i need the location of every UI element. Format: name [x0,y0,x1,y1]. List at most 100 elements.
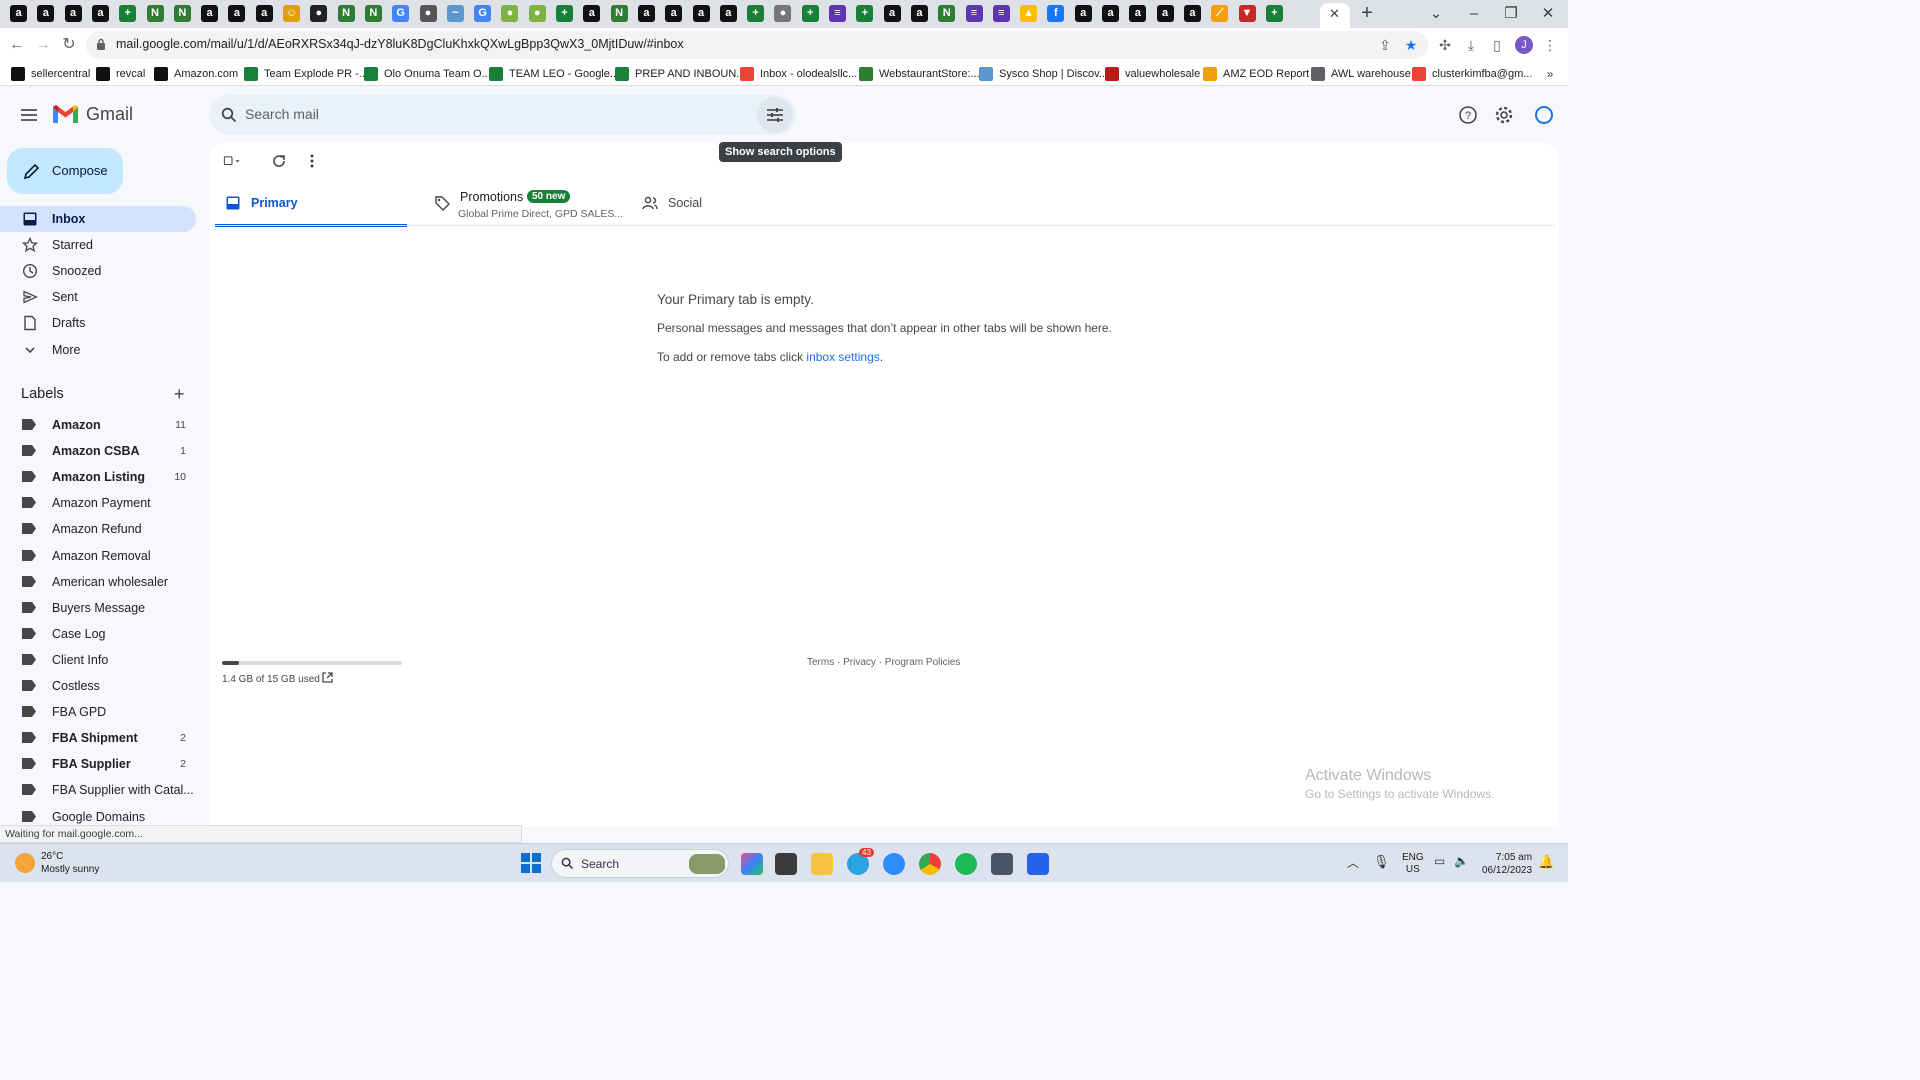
bookmark-item[interactable]: Inbox - olodealsllc... [740,66,857,82]
tray-overflow-icon[interactable]: ︿ [1347,854,1359,871]
help-icon[interactable]: ? [1458,105,1478,125]
file-explorer-icon[interactable] [811,853,833,875]
browser-tab-15[interactable]: G [392,5,410,22]
calculator-icon[interactable] [991,853,1013,875]
label-item[interactable]: Amazon Refund [0,517,196,541]
tab-search-icon[interactable]: ⌄ [1426,5,1446,22]
label-item[interactable]: FBA Supplier 2 [0,752,196,776]
minimize-button[interactable]: – [1464,5,1484,22]
bookmark-item[interactable]: Olo Onuma Team O... [364,66,491,82]
label-item[interactable]: FBA GPD [0,700,196,724]
back-arrow-icon[interactable]: ← [8,36,26,54]
browser-tab-17[interactable]: ~ [446,5,464,22]
browser-tab-24[interactable]: a [637,5,655,22]
browser-tab-3[interactable]: a [64,5,82,22]
browser-tab-39[interactable]: f [1047,5,1065,22]
label-item[interactable]: Client Info [0,648,196,672]
profile-avatar[interactable]: J [1515,36,1533,54]
browser-tab-30[interactable]: + [801,5,819,22]
chrome-taskbar-icon[interactable] [919,853,941,875]
browser-tab-40[interactable]: a [1074,5,1092,22]
browser-tab-26[interactable]: a [692,5,710,22]
label-item[interactable]: FBA Supplier with Catal... [0,778,196,802]
copilot-icon[interactable] [741,853,763,875]
label-item[interactable]: Buyers Message [0,596,196,620]
add-label-icon[interactable]: + [174,385,185,403]
chrome-menu-icon[interactable]: ⋮ [1541,36,1559,54]
tab-social[interactable]: Social [632,179,832,227]
extensions-icon[interactable]: ✣ [1436,36,1454,54]
browser-tab-42[interactable]: a [1129,5,1147,22]
bookmark-item[interactable]: Team Explode PR -... [244,66,368,82]
browser-tab-9[interactable]: a [228,5,246,22]
bookmark-item[interactable]: PREP AND INBOUN... [615,66,745,82]
bookmark-item[interactable]: AMZ EOD Report [1203,66,1309,82]
bookmark-item[interactable]: TEAM LEO - Google... [489,66,619,82]
browser-tab-11[interactable]: ☺ [283,5,300,22]
browser-tab-45[interactable]: ⟋ [1211,5,1229,22]
new-tab-button[interactable]: + [1357,3,1377,23]
browser-tab-29[interactable]: ● [774,5,792,22]
browser-tab-16[interactable]: ● [419,5,437,22]
browser-tab-19[interactable]: ● [501,5,519,22]
browser-tab-34[interactable]: a [910,5,928,22]
active-tab[interactable]: ✕ [1320,3,1350,28]
settings-gear-icon[interactable] [1494,105,1514,125]
more-bookmarks-icon[interactable]: » [1540,66,1560,83]
bookmark-item[interactable]: valuewholesale [1105,66,1200,82]
label-item[interactable]: Amazon CSBA 1 [0,439,196,463]
open-external-icon[interactable] [321,671,334,684]
telegram-icon[interactable]: 43 [847,848,874,875]
omnibox[interactable]: mail.google.com/mail/u/1/d/AEoRXRSx34qJ-… [86,31,1428,59]
tab-promotions[interactable]: Promotions 50 new Global Prime Direct, G… [424,179,624,227]
task-view-icon[interactable] [775,853,797,875]
account-avatar[interactable] [1534,105,1554,125]
reload-icon[interactable]: ↻ [60,36,78,54]
browser-tab-14[interactable]: N [364,5,382,22]
browser-tab-46[interactable]: ▼ [1238,5,1256,22]
browser-tab-4[interactable]: a [91,5,109,22]
bookmark-star-icon[interactable]: ★ [1402,36,1420,54]
bookmark-item[interactable]: revcal [96,66,145,82]
label-item[interactable]: Costless [0,674,196,698]
download-icon[interactable]: ⤓ [1462,36,1480,54]
share-icon[interactable]: ⇪ [1376,36,1394,54]
weather-temperature[interactable]: 26°C [41,851,63,862]
browser-tab-2[interactable]: a [37,5,55,22]
browser-tab-18[interactable]: G [474,5,492,22]
browser-tab-8[interactable]: a [201,5,219,22]
browser-tab-22[interactable]: a [583,5,601,22]
weather-sun-icon[interactable] [15,853,35,873]
bookmark-item[interactable]: WebstaurantStore:... [859,66,980,82]
system-clock[interactable]: 7:05 am 06/12/2023 [1482,851,1532,877]
browser-tab-21[interactable]: + [556,5,573,22]
microphone-icon[interactable]: 🎙 [1373,854,1390,870]
browser-tab-33[interactable]: a [883,5,901,22]
browser-tab-28[interactable]: + [747,5,765,22]
nav-item-snoozed[interactable]: Snoozed [0,258,196,284]
select-all-checkbox[interactable] [223,152,241,170]
browser-tab-25[interactable]: a [665,5,683,22]
bookmark-item[interactable]: sellercentral [11,66,90,82]
nav-item-more[interactable]: More [0,337,196,363]
compose-button[interactable]: Compose [7,148,123,194]
label-item[interactable]: Case Log [0,622,196,646]
browser-tab-31[interactable]: ≡ [829,5,846,22]
search-icon[interactable] [221,107,237,123]
browser-tab-1[interactable]: a [10,5,27,22]
browser-tab-6[interactable]: N [146,5,164,22]
refresh-icon[interactable] [270,152,288,170]
volume-icon[interactable]: 🔈 [1454,854,1469,868]
side-panel-icon[interactable]: ▯ [1488,36,1506,54]
browser-tab-44[interactable]: a [1183,5,1201,22]
browser-tab-5[interactable]: + [119,5,137,22]
close-window-button[interactable]: ✕ [1538,5,1558,22]
spotify-icon[interactable] [955,853,977,875]
browser-tab-32[interactable]: + [856,5,874,22]
search-input[interactable]: Search mail [245,106,319,122]
browser-tab-12[interactable]: ● [310,5,328,22]
label-item[interactable]: Amazon 11 [0,413,196,437]
browser-tab-10[interactable]: a [255,5,273,22]
taskbar-search[interactable]: Search [551,849,729,878]
search-options-button[interactable] [757,97,793,133]
